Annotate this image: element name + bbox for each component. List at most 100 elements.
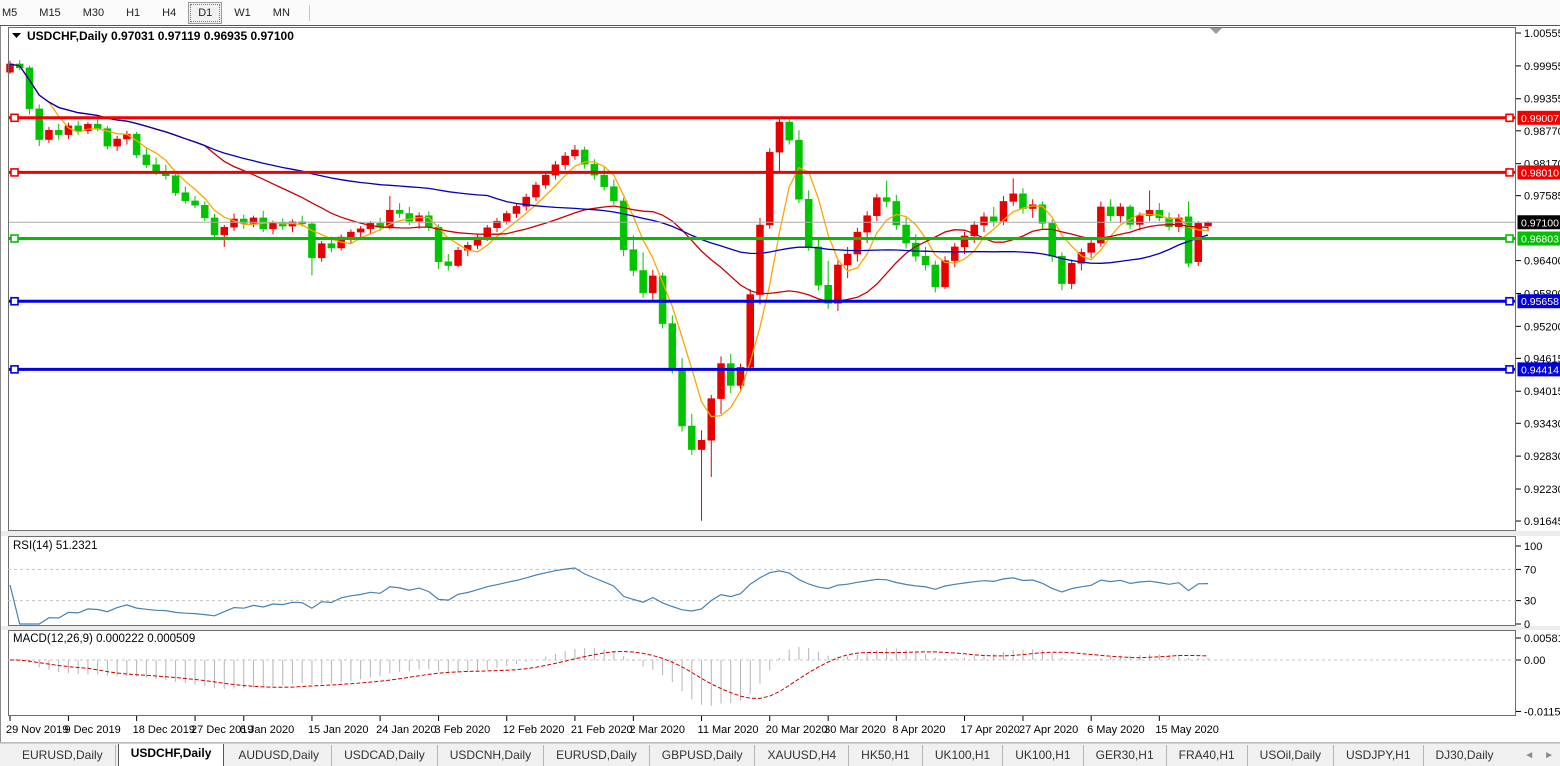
candle-body xyxy=(395,209,404,214)
level-handle[interactable] xyxy=(10,168,19,177)
candle-body xyxy=(863,215,871,233)
price-axis-label: 0.94015 xyxy=(1524,386,1560,398)
candle-body xyxy=(610,186,618,202)
level-handle[interactable] xyxy=(1505,168,1514,177)
chart-tab-FRA40-H1[interactable]: FRA40,H1 xyxy=(1167,745,1248,766)
candle-body xyxy=(35,108,43,140)
candle-body xyxy=(1019,193,1027,209)
candle-body xyxy=(1136,215,1144,225)
chart-tab-HK50-H1[interactable]: HK50,H1 xyxy=(849,745,923,766)
chart-tab-USOil-Daily[interactable]: USOil,Daily xyxy=(1248,745,1335,766)
chart-tab-DJ30-Daily[interactable]: DJ30,Daily xyxy=(1424,745,1506,766)
chart-tab-EURUSD-Daily[interactable]: EURUSD,Daily xyxy=(544,745,650,766)
candle-body xyxy=(1204,222,1212,227)
level-handle[interactable] xyxy=(1505,296,1514,306)
date-axis-label: 20 Mar 2020 xyxy=(766,724,828,736)
pane-separator xyxy=(0,531,1560,536)
chart-tab-UK100-H1[interactable]: UK100,H1 xyxy=(1003,745,1084,766)
candle-body xyxy=(210,217,219,236)
candle-body xyxy=(317,243,326,259)
price-axis-label: 0.97585 xyxy=(1524,191,1560,203)
candle-body xyxy=(931,264,940,288)
candle-body xyxy=(785,121,793,141)
macd-label: MACD(12,26,9) 0.000222 0.000509 xyxy=(13,633,195,645)
candle-body xyxy=(327,243,336,249)
candle-body xyxy=(765,151,774,226)
candle-body xyxy=(142,154,151,165)
tab-scroll-buttons: ◄ ► xyxy=(1524,744,1554,766)
date-axis-label: 8 Apr 2020 xyxy=(892,724,945,736)
level-handle[interactable] xyxy=(1505,365,1514,374)
chart-tabs: EURUSD,Daily USDCHF,Daily AUDUSD,Daily USDC… xyxy=(10,744,1506,766)
candle-body xyxy=(532,184,540,198)
level-price-label-text: 0.94414 xyxy=(1521,364,1559,376)
level-handle[interactable] xyxy=(1505,234,1514,243)
chart-tab-USDCAD-Daily[interactable]: USDCAD,Daily xyxy=(332,745,438,766)
candle-body xyxy=(45,129,53,140)
chart-canvas[interactable]: 1.005550.999550.993550.987700.981700.975… xyxy=(0,0,1560,766)
date-axis-label: 3 Feb 2020 xyxy=(435,724,491,736)
current-price-label-text: 0.97100 xyxy=(1521,217,1559,229)
level-handle[interactable] xyxy=(10,234,19,243)
candle-body xyxy=(483,227,492,238)
chart-tab-USDJPY-H1[interactable]: USDJPY,H1 xyxy=(1334,745,1424,766)
chart-tabs-bar: EURUSD,Daily USDCHF,Daily AUDUSD,Daily USDC… xyxy=(0,743,1560,766)
level-handle[interactable] xyxy=(10,365,19,374)
level-handle[interactable] xyxy=(10,113,19,123)
date-axis-label: 29 Nov 2019 xyxy=(6,724,68,736)
date-axis-label: 2 Mar 2020 xyxy=(629,724,685,736)
candle-body xyxy=(541,174,550,186)
candle-body xyxy=(132,133,141,156)
rsi-axis-label: 100 xyxy=(1524,541,1542,553)
date-axis-label: 11 Mar 2020 xyxy=(698,724,759,736)
candle-body xyxy=(220,226,229,236)
level-handle[interactable] xyxy=(10,296,19,306)
price-axis-label: 0.92830 xyxy=(1524,451,1560,463)
candle-body xyxy=(873,197,881,216)
price-axis-label: 0.92230 xyxy=(1524,484,1560,496)
macd-axis-label: -0.01151 xyxy=(1524,706,1560,718)
candle-body xyxy=(902,224,910,244)
tabs-scroll-right-icon[interactable]: ► xyxy=(1544,750,1554,761)
candle-body xyxy=(697,439,706,450)
chart-tab-GBPUSD-Daily[interactable]: GBPUSD,Daily xyxy=(650,745,756,766)
date-axis-label: 21 Feb 2020 xyxy=(571,724,633,736)
candle-body xyxy=(1009,193,1017,202)
chart-tab-USDCHF-Daily[interactable]: USDCHF,Daily xyxy=(117,744,225,766)
date-axis-label: 6 May 2020 xyxy=(1087,724,1144,736)
candle-body xyxy=(347,231,355,238)
chart-tab-USDCNH-Daily[interactable]: USDCNH,Daily xyxy=(438,745,545,766)
tabs-scroll-left-icon[interactable]: ◄ xyxy=(1524,750,1534,761)
candle-body xyxy=(1058,255,1066,284)
candle-body xyxy=(201,205,209,219)
date-axis-label: 30 Mar 2020 xyxy=(824,724,886,736)
date-axis-label: 17 Apr 2020 xyxy=(961,724,1020,736)
pane-separator xyxy=(0,626,1560,630)
candle-body xyxy=(980,216,988,226)
candle-body xyxy=(688,425,696,450)
candle-body xyxy=(1087,242,1095,253)
candle-body xyxy=(1155,209,1164,219)
candle-body xyxy=(629,249,638,271)
candle-body xyxy=(54,129,63,135)
candle-body xyxy=(921,255,930,266)
candle-body xyxy=(74,125,82,132)
candle-body xyxy=(775,121,784,153)
rsi-pane-bg xyxy=(8,536,1516,626)
chart-tab-AUDUSD-Daily[interactable]: AUDUSD,Daily xyxy=(226,745,333,766)
rsi-axis-label: 30 xyxy=(1524,596,1536,608)
candle-body xyxy=(989,216,998,222)
candle-body xyxy=(882,197,891,202)
level-handle[interactable] xyxy=(1505,113,1514,123)
chart-tab-XAUUSD-H4[interactable]: XAUUSD,H4 xyxy=(755,745,850,766)
candle-body xyxy=(1116,206,1125,216)
candle-body xyxy=(639,270,647,294)
price-axis-label: 1.00555 xyxy=(1524,28,1560,40)
date-axis-label: 24 Jan 2020 xyxy=(376,724,437,736)
chart-tab-GER30-H1[interactable]: GER30,H1 xyxy=(1084,745,1167,766)
level-price-label-text: 0.99007 xyxy=(1521,113,1559,125)
chart-tab-EURUSD-Daily[interactable]: EURUSD,Daily xyxy=(10,745,116,766)
candle-body xyxy=(93,123,102,129)
chart-tab-UK100-H1[interactable]: UK100,H1 xyxy=(923,745,1004,766)
level-price-label-text: 0.98010 xyxy=(1521,167,1559,179)
